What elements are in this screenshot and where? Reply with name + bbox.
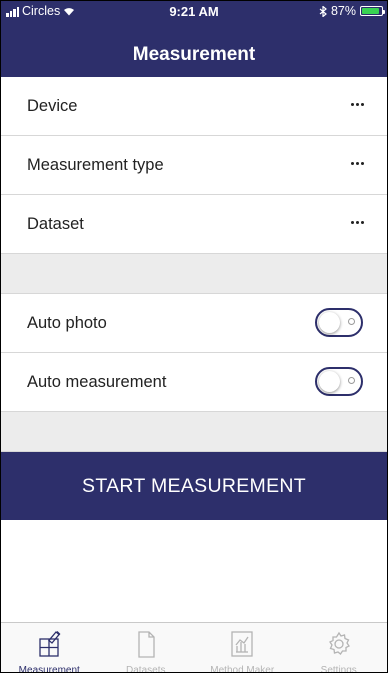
dataset-row[interactable]: Dataset — [1, 195, 387, 254]
toggle-knob — [319, 371, 340, 392]
tab-settings[interactable]: Settings — [291, 623, 388, 672]
top-bar: Circles 9:21 AM 87% Measurement — [1, 1, 387, 77]
ellipsis-icon[interactable] — [351, 103, 364, 106]
bluetooth-icon — [319, 5, 327, 17]
tab-measurement[interactable]: Measurement — [1, 623, 98, 672]
tab-label: Datasets — [126, 665, 166, 673]
toggle-knob — [319, 312, 340, 333]
auto-photo-label: Auto photo — [27, 313, 107, 332]
chart-icon — [231, 631, 253, 657]
ellipsis-icon[interactable] — [351, 221, 364, 224]
start-measurement-button[interactable]: START MEASUREMENT — [1, 452, 387, 520]
measurement-type-row[interactable]: Measurement type — [1, 136, 387, 195]
tab-label: Measurement — [18, 665, 80, 673]
ellipsis-icon[interactable] — [351, 162, 364, 165]
measurement-type-label: Measurement type — [27, 155, 164, 174]
app-frame: Circles 9:21 AM 87% Measurement Device M… — [0, 0, 388, 673]
auto-measurement-toggle[interactable] — [315, 367, 363, 396]
measurement-icon — [39, 631, 61, 657]
gear-icon — [328, 631, 350, 655]
status-bar: Circles 9:21 AM 87% — [1, 1, 387, 23]
auto-photo-toggle[interactable] — [315, 308, 363, 337]
page-title: Measurement — [132, 44, 256, 65]
battery-icon — [360, 6, 385, 16]
toggle-off-indicator — [348, 318, 355, 325]
device-label: Device — [27, 96, 78, 115]
auto-measurement-row: Auto measurement — [1, 353, 387, 412]
section-divider — [1, 254, 387, 294]
tab-label: Method Maker — [210, 665, 275, 673]
toggle-off-indicator — [348, 377, 355, 384]
auto-measurement-label: Auto measurement — [27, 372, 167, 391]
battery-percent: 87% — [330, 4, 356, 18]
document-icon — [138, 631, 155, 658]
tab-method-maker[interactable]: Method Maker — [194, 623, 291, 672]
tab-datasets[interactable]: Datasets — [98, 623, 195, 672]
status-right: 87% — [319, 4, 385, 18]
section-divider — [1, 412, 387, 452]
auto-photo-row: Auto photo — [1, 294, 387, 353]
dataset-label: Dataset — [27, 214, 84, 233]
tab-label: Settings — [320, 665, 357, 673]
battery-level-fill — [362, 8, 379, 14]
device-row[interactable]: Device — [1, 77, 387, 136]
tab-bar: Measurement Datasets Method Maker Settin… — [1, 622, 387, 672]
